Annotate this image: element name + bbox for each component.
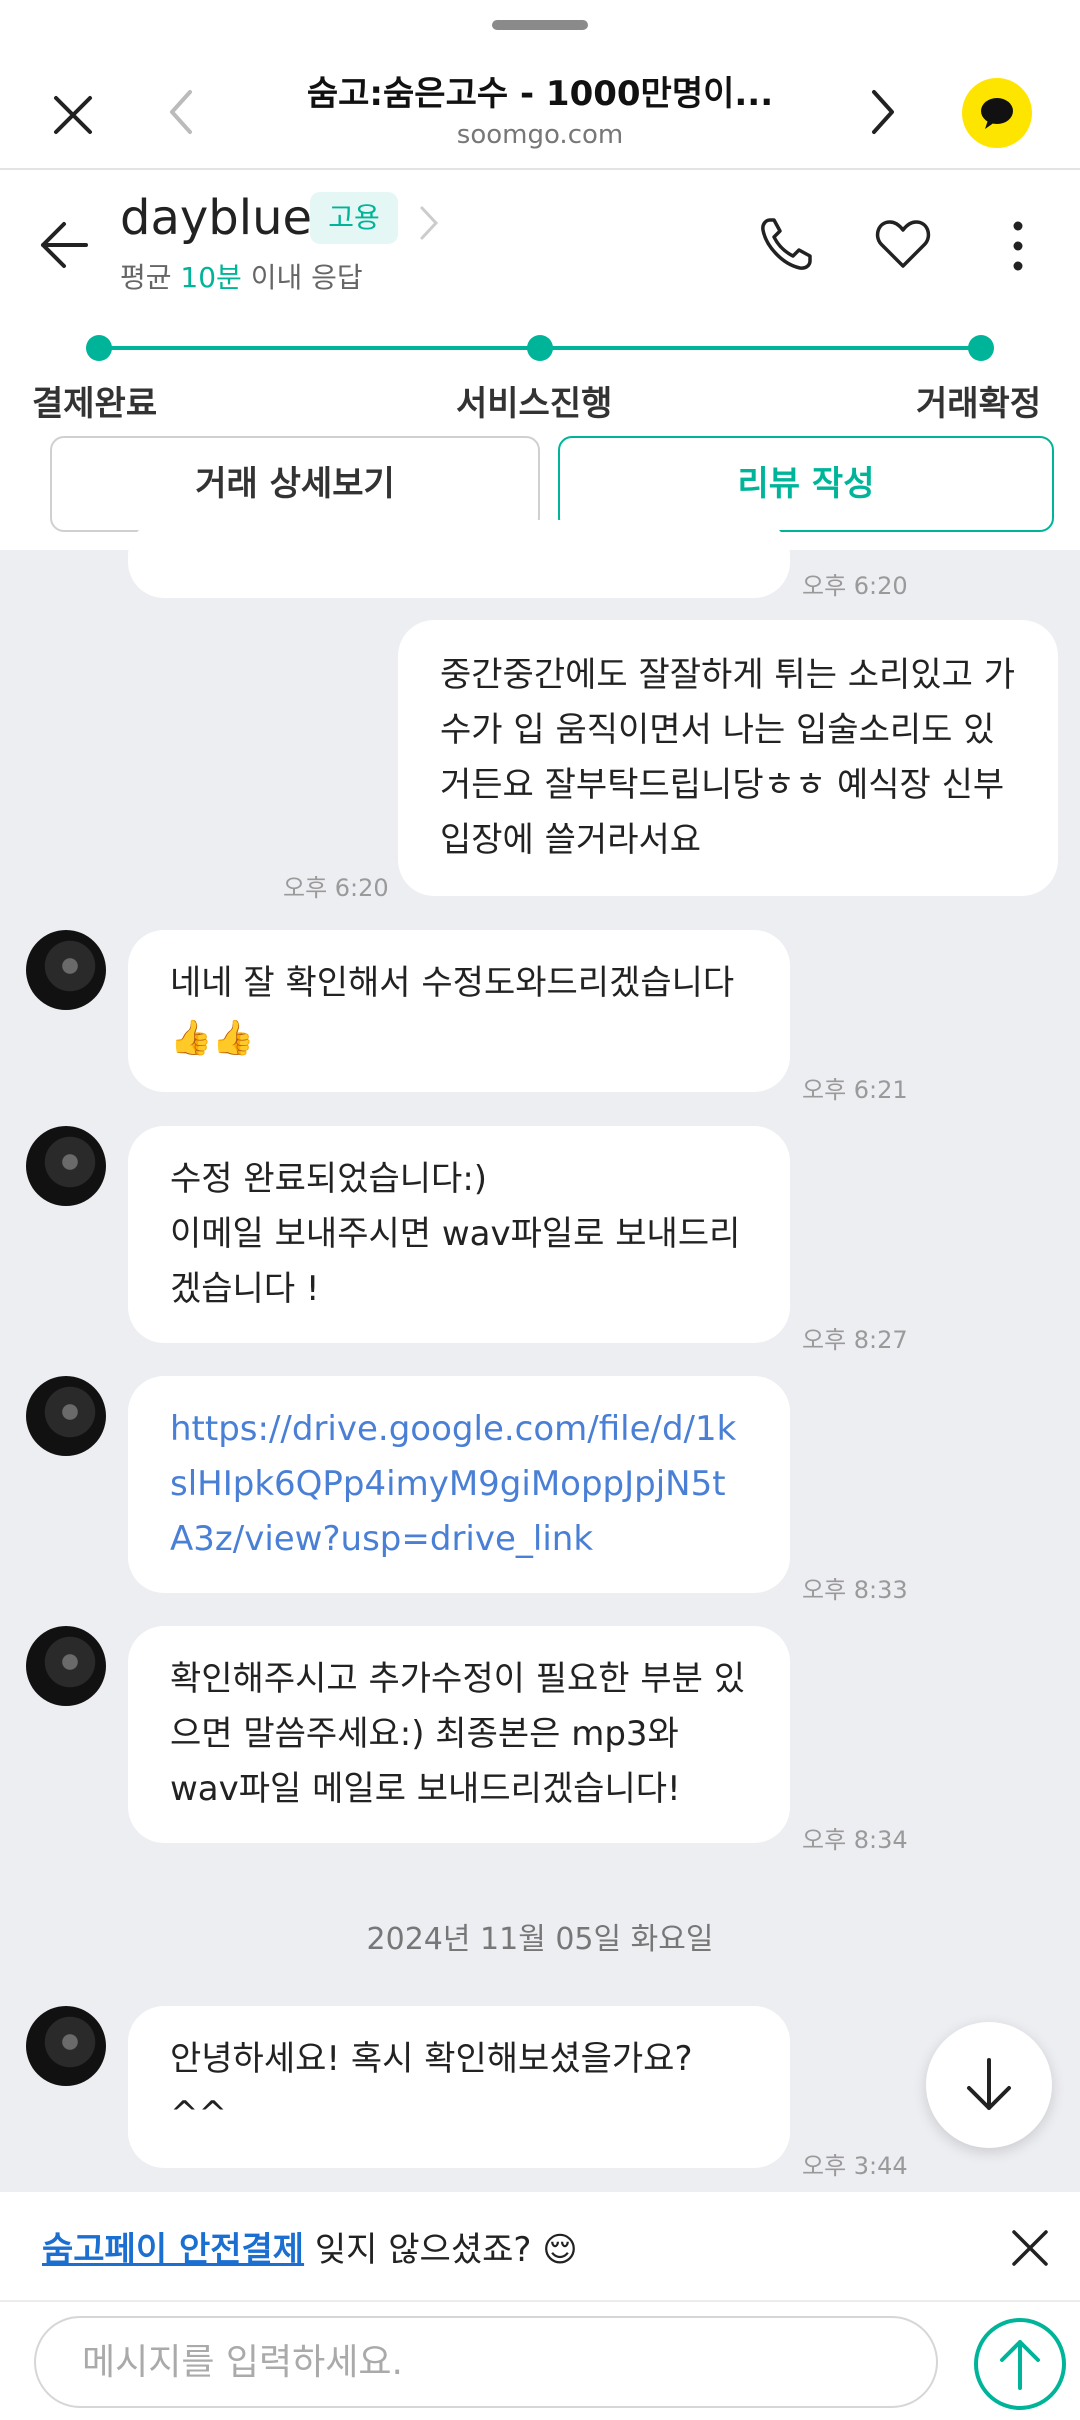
more-vertical-icon[interactable] bbox=[1006, 218, 1030, 274]
message-time: 오후 6:20 bbox=[283, 874, 389, 902]
response-value: 10분 bbox=[180, 261, 242, 294]
scroll-to-bottom-button[interactable] bbox=[926, 2022, 1052, 2148]
message-input[interactable] bbox=[34, 2316, 938, 2408]
write-review-button[interactable]: 리뷰 작성 bbox=[558, 436, 1054, 532]
partner-message-bubble: 네네 잘 확인해서 수정도와드리겠습니다 👍👍 bbox=[128, 930, 790, 1092]
message-time: 오후 6:21 bbox=[802, 1076, 908, 1104]
message-time: 오후 3:44 bbox=[802, 2152, 908, 2180]
send-button[interactable] bbox=[972, 2316, 1068, 2412]
hire-badge: 고용 bbox=[310, 192, 398, 244]
browser-forward-icon[interactable] bbox=[868, 88, 898, 136]
partner-message-bubble: 확인해주시고 추가수정이 필요한 부분 있으면 말씀주세요:) 최종본은 mp3… bbox=[128, 1626, 790, 1843]
response-suffix: 이내 응답 bbox=[241, 261, 363, 294]
message-time: 오후 8:27 bbox=[802, 1326, 908, 1354]
page-url: soomgo.com bbox=[456, 120, 624, 150]
partner-name[interactable]: dayblue bbox=[120, 190, 312, 246]
drag-handle[interactable] bbox=[492, 20, 588, 30]
message-time: 오후 8:34 bbox=[802, 1826, 908, 1854]
partner-message-bubble: 안녕하세요! 혹시 확인해보셨을가요?^^ bbox=[128, 2006, 790, 2168]
banner-rest-text: 잊지 않으셨죠? 😌 bbox=[304, 2230, 578, 2270]
message-time: 오후 8:33 bbox=[802, 1576, 908, 1604]
chat-bubble-icon bbox=[981, 98, 1013, 129]
my-message-bubble: 중간중간에도 잘잘하게 튀는 소리있고 가수가 입 움직이면서 나는 입술소리도… bbox=[398, 620, 1058, 896]
partner-message-bubble: 수정 완료되었습니다:) 이메일 보내주시면 wav파일로 보내드리겠습니다 ! bbox=[128, 1126, 790, 1343]
progress-dot-1 bbox=[86, 335, 112, 361]
browser-back-icon[interactable] bbox=[166, 88, 196, 136]
response-time: 평균 10분 이내 응답 bbox=[120, 256, 363, 296]
page-title: 숨고:숨은고수 - 1000만명이... bbox=[306, 74, 774, 114]
step-confirm-deal: 거래확정 bbox=[916, 384, 1042, 424]
partner-avatar[interactable] bbox=[26, 1626, 106, 1706]
step-in-service: 서비스진행 bbox=[456, 384, 613, 424]
close-banner-icon[interactable] bbox=[1010, 2228, 1050, 2268]
progress-dot-3 bbox=[968, 335, 994, 361]
date-divider: 2024년 11월 05일 화요일 bbox=[366, 1922, 714, 1957]
heart-icon[interactable] bbox=[874, 216, 932, 270]
chevron-right-icon[interactable] bbox=[418, 204, 440, 242]
partner-avatar[interactable] bbox=[26, 2006, 106, 2086]
partner-avatar[interactable] bbox=[26, 1126, 106, 1206]
banner-text: 숨고페이 안전결제 잊지 않으셨죠? 😌 bbox=[42, 2222, 578, 2271]
close-icon[interactable] bbox=[50, 92, 96, 138]
back-arrow-icon[interactable] bbox=[38, 220, 90, 270]
phone-icon[interactable] bbox=[756, 214, 816, 274]
step-payment-complete: 결제완료 bbox=[32, 384, 158, 424]
arrow-down-icon bbox=[967, 2058, 1011, 2110]
drive-link[interactable]: https://drive.google.com/file/d/1kslHIpk… bbox=[128, 1376, 790, 1593]
partner-avatar[interactable] bbox=[26, 1376, 106, 1456]
deal-detail-button[interactable]: 거래 상세보기 bbox=[50, 436, 540, 532]
kakao-talk-button[interactable] bbox=[962, 78, 1032, 148]
safe-payment-link[interactable]: 숨고페이 안전결제 bbox=[42, 2230, 304, 2270]
partner-avatar[interactable] bbox=[26, 930, 106, 1010]
response-prefix: 평균 bbox=[120, 261, 181, 294]
send-arrow-icon bbox=[974, 2318, 1066, 2410]
progress-dot-2 bbox=[527, 335, 553, 361]
message-time: 오후 6:20 bbox=[802, 572, 908, 600]
message-bubble-partial bbox=[128, 520, 790, 598]
